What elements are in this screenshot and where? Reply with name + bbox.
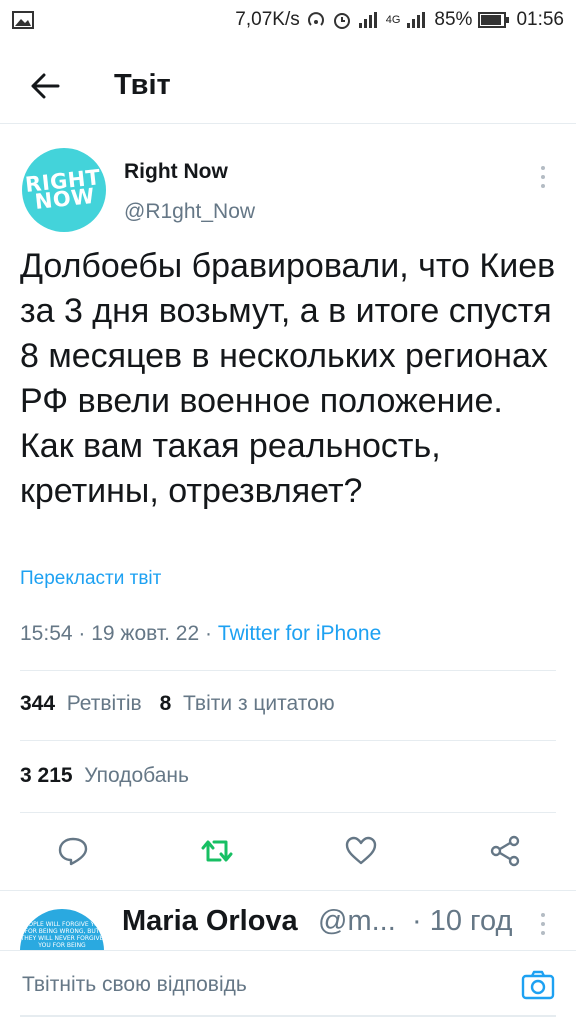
tweet-actions: [0, 828, 576, 874]
heart-icon: [345, 836, 377, 865]
reply-more-options-icon[interactable]: [538, 913, 548, 935]
like-button[interactable]: [338, 828, 384, 874]
retweet-button[interactable]: [194, 828, 240, 874]
more-options-icon[interactable]: [532, 162, 554, 192]
top-app-bar: Твіт: [0, 48, 576, 124]
tweet-time: 15:54: [20, 622, 73, 645]
reply-tweet[interactable]: PEOPLE WILL FORGIVE YOU FOR BEING WRONG,…: [0, 890, 576, 950]
network-type: 4G: [385, 14, 401, 26]
retweet-icon: [201, 840, 233, 862]
network-speed: 7,07K/s: [235, 9, 300, 30]
image-icon: [12, 11, 34, 29]
author-name[interactable]: Right Now: [124, 160, 228, 184]
reply-time: · 10 год: [412, 905, 513, 937]
quotes-stat[interactable]: 8 Твіти з цитатою: [160, 692, 335, 716]
alarm-icon: [332, 10, 352, 30]
reply-avatar-text: PEOPLE WILL FORGIVE YOU FOR BEING WRONG,…: [20, 921, 104, 949]
tweet-text: Долбоебы бравировали, что Киев за 3 дня …: [20, 247, 556, 510]
reply-button[interactable]: [50, 828, 96, 874]
author-avatar[interactable]: RIGHT NOW: [22, 148, 106, 232]
share-icon: [490, 835, 520, 867]
translate-tweet-link[interactable]: Перекласти твіт: [20, 568, 161, 590]
likes-stat[interactable]: 3 215 Уподобань: [20, 764, 189, 788]
avatar-logo: RIGHT NOW: [24, 165, 102, 215]
signal-icon-2: [406, 11, 428, 29]
camera-icon: [521, 970, 555, 1000]
battery-icon: [478, 11, 510, 29]
retweets-stat[interactable]: 344 Ретвітів: [20, 692, 142, 716]
reply-author-handle[interactable]: @m...: [318, 905, 396, 938]
tweet-meta: 15:54 · 19 жовт. 22 · Twitter for iPhone: [20, 622, 381, 646]
divider: [20, 670, 556, 671]
reply-author-name[interactable]: Maria Orlova: [122, 905, 298, 938]
battery-percent: 85%: [434, 9, 473, 30]
reply-avatar[interactable]: PEOPLE WILL FORGIVE YOU FOR BEING WRONG,…: [20, 909, 104, 950]
tweet-stats: 344 Ретвітів 8 Твіти з цитатою: [20, 692, 335, 716]
reply-compose-bar: Твітніть свою відповідь: [0, 950, 576, 1024]
tweet-source-link[interactable]: Twitter for iPhone: [218, 622, 381, 645]
meta-separator: ·: [205, 622, 218, 645]
meta-separator: ·: [78, 622, 92, 645]
back-arrow-icon: [31, 73, 60, 98]
tweet-date: 19 жовт. 22: [91, 622, 200, 645]
divider: [20, 812, 556, 813]
camera-button[interactable]: [518, 965, 558, 1005]
back-button[interactable]: [0, 48, 90, 124]
divider: [20, 740, 556, 741]
signal-icon: [358, 11, 380, 29]
author-handle[interactable]: @R1ght_Now: [124, 200, 255, 224]
reply-input[interactable]: Твітніть свою відповідь: [22, 973, 247, 997]
share-button[interactable]: [482, 828, 528, 874]
hotspot-icon: [306, 10, 326, 30]
status-bar: 7,07K/s 4G 85% 01:56: [0, 0, 576, 40]
clock: 01:56: [516, 9, 564, 30]
page-title: Твіт: [114, 69, 171, 101]
input-underline: [20, 1015, 556, 1017]
reply-icon: [58, 837, 88, 866]
